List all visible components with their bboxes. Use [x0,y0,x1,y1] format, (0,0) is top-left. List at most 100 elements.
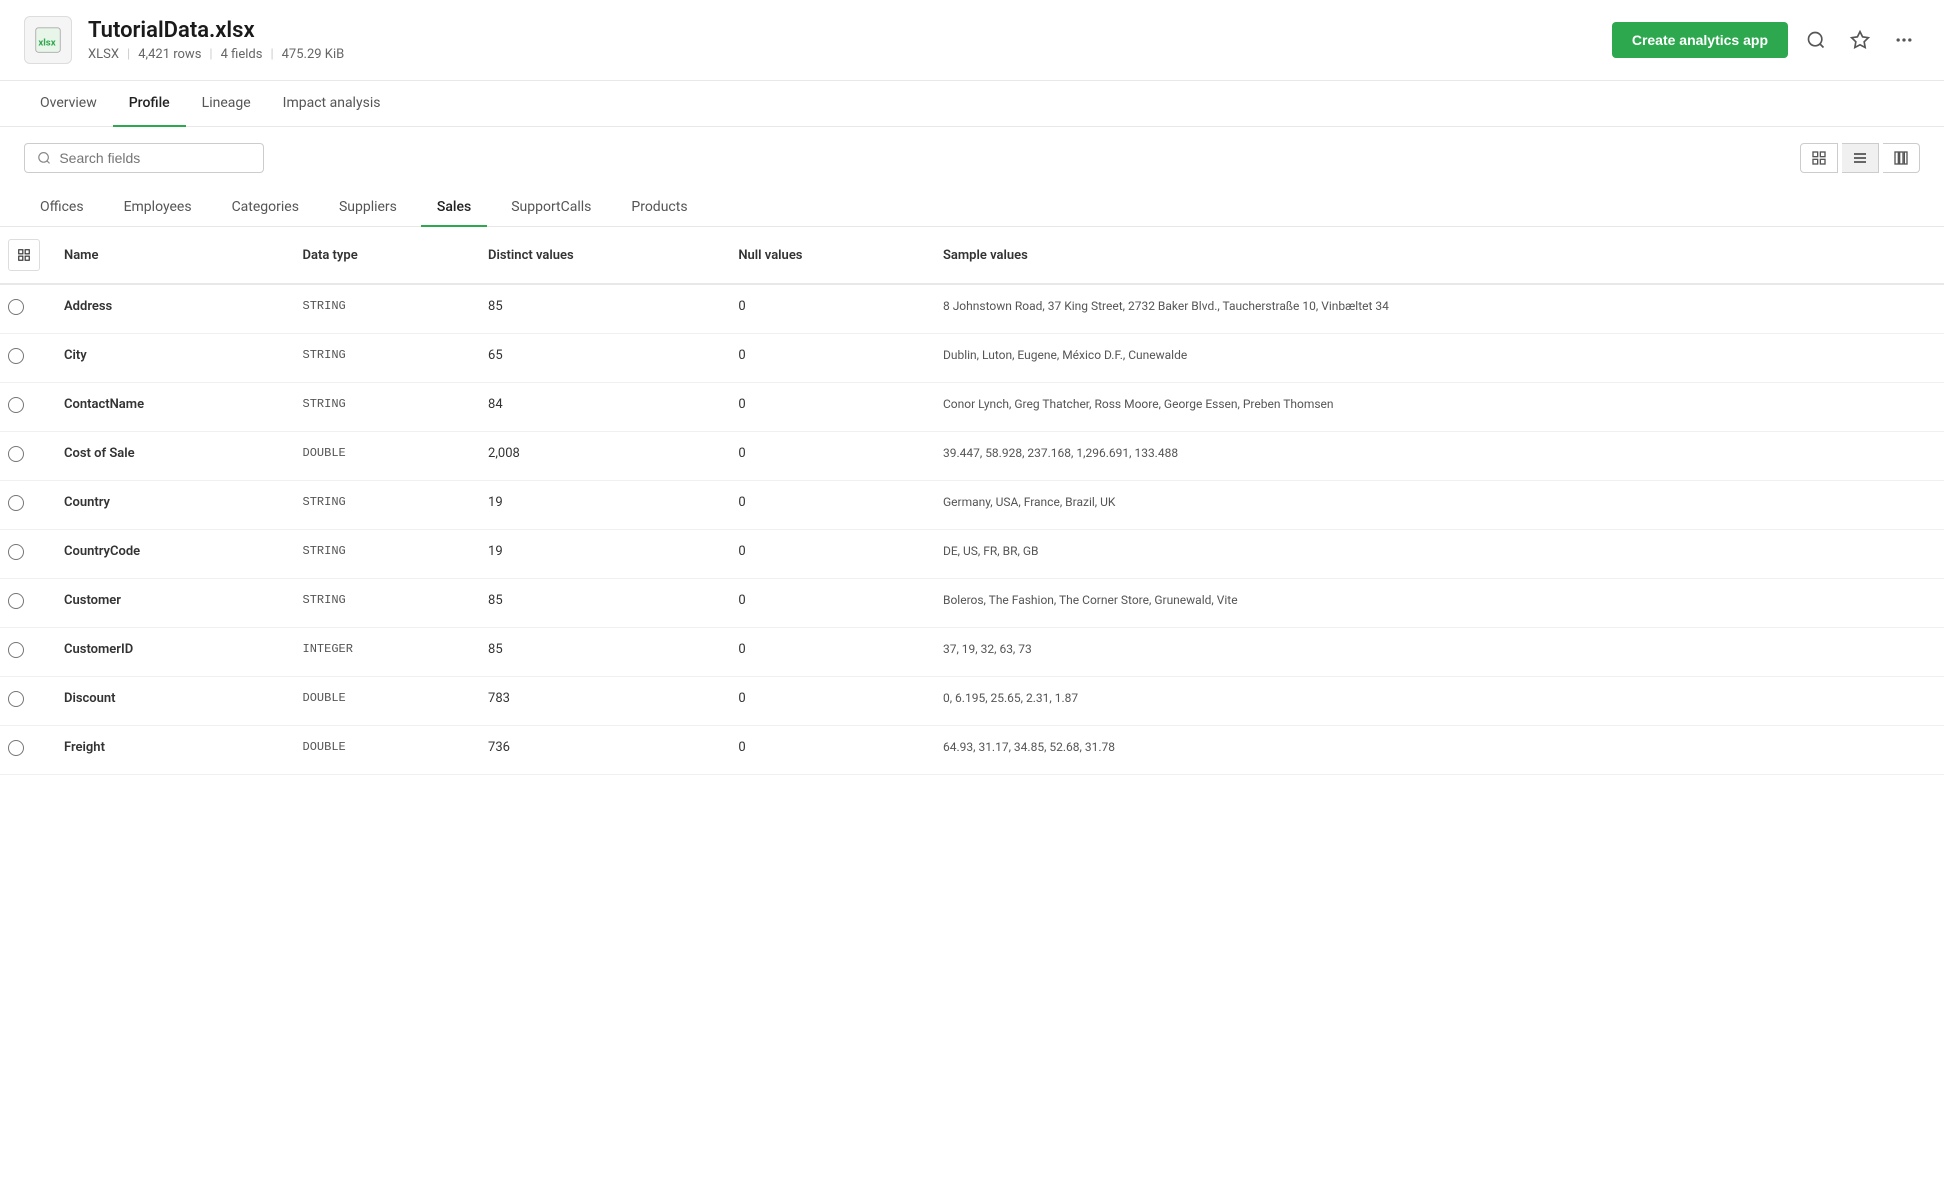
field-distinct-values: 85 [472,628,722,677]
field-data-type: INTEGER [287,628,473,677]
field-sample-values: 0, 6.195, 25.65, 2.31, 1.87 [927,677,1944,726]
column-icon [1893,150,1909,166]
column-view-button[interactable] [1883,143,1920,173]
field-sample-values: Germany, USA, France, Brazil, UK [927,481,1944,530]
row-checkbox-cell[interactable] [0,726,48,775]
main-tabs: Overview Profile Lineage Impact analysis [0,81,1944,127]
row-checkbox-cell[interactable] [0,383,48,432]
table-row: Country STRING 19 0 Germany, USA, France… [0,481,1944,530]
table-row: Freight DOUBLE 736 0 64.93, 31.17, 34.85… [0,726,1944,775]
list-view-button[interactable] [1842,143,1879,173]
row-radio[interactable] [8,348,24,364]
field-null-values: 0 [722,726,927,775]
tab-profile[interactable]: Profile [113,81,186,127]
th-null-values: Null values [722,227,927,284]
svg-text:xlsx: xlsx [38,37,55,48]
row-radio[interactable] [8,299,24,315]
subtab-offices[interactable]: Offices [24,189,100,227]
file-meta: XLSX | 4,421 rows | 4 fields | 475.29 Ki… [88,47,1612,62]
tab-impact-analysis[interactable]: Impact analysis [267,81,397,127]
field-name: Address [48,284,287,334]
row-radio[interactable] [8,446,24,462]
page-header: xlsx TutorialData.xlsx XLSX | 4,421 rows… [0,0,1944,81]
field-distinct-values: 19 [472,530,722,579]
fields-table-container[interactable]: Name Data type Distinct values Null valu… [0,227,1944,775]
field-name: Cost of Sale [48,432,287,481]
field-null-values: 0 [722,334,927,383]
row-radio[interactable] [8,397,24,413]
subtab-employees[interactable]: Employees [108,189,208,227]
subtab-categories[interactable]: Categories [216,189,315,227]
table-row: Customer STRING 85 0 Boleros, The Fashio… [0,579,1944,628]
column-toggle-icon[interactable] [8,239,40,271]
table-row: Address STRING 85 0 8 Johnstown Road, 37… [0,284,1944,334]
field-sample-values: Boleros, The Fashion, The Corner Store, … [927,579,1944,628]
field-distinct-values: 84 [472,383,722,432]
row-radio[interactable] [8,495,24,511]
file-rows: 4,421 rows [138,47,201,62]
table-row: Discount DOUBLE 783 0 0, 6.195, 25.65, 2… [0,677,1944,726]
subtab-products[interactable]: Products [615,189,703,227]
create-analytics-app-button[interactable]: Create analytics app [1612,22,1788,58]
table-row: CustomerID INTEGER 85 0 37, 19, 32, 63, … [0,628,1944,677]
field-null-values: 0 [722,481,927,530]
tab-lineage[interactable]: Lineage [186,81,267,127]
field-null-values: 0 [722,432,927,481]
row-checkbox-cell[interactable] [0,530,48,579]
file-fields: 4 fields [221,47,263,62]
search-icon-button[interactable] [1800,24,1832,56]
row-checkbox-cell[interactable] [0,628,48,677]
subtab-suppliers[interactable]: Suppliers [323,189,413,227]
row-checkbox-cell[interactable] [0,432,48,481]
grid-view-button[interactable] [1800,143,1838,173]
sheet-tabs: Offices Employees Categories Suppliers S… [0,189,1944,227]
field-sample-values: 64.93, 31.17, 34.85, 52.68, 31.78 [927,726,1944,775]
grid-icon [1811,150,1827,166]
field-data-type: STRING [287,383,473,432]
th-sample-values: Sample values [927,227,1944,284]
row-radio[interactable] [8,544,24,560]
th-name: Name [48,227,287,284]
row-checkbox-cell[interactable] [0,334,48,383]
field-data-type: STRING [287,334,473,383]
th-data-type: Data type [287,227,473,284]
tab-overview[interactable]: Overview [24,81,113,127]
more-options-button[interactable] [1888,24,1920,56]
star-icon-button[interactable] [1844,24,1876,56]
row-checkbox-cell[interactable] [0,284,48,334]
field-data-type: DOUBLE [287,432,473,481]
field-sample-values: 39.447, 58.928, 237.168, 1,296.691, 133.… [927,432,1944,481]
search-box[interactable] [24,143,264,173]
toolbar [0,127,1944,189]
field-distinct-values: 85 [472,579,722,628]
search-icon [1806,30,1826,50]
field-name: Country [48,481,287,530]
subtab-sales[interactable]: Sales [421,189,487,227]
field-name: CountryCode [48,530,287,579]
row-radio[interactable] [8,642,24,658]
row-radio[interactable] [8,691,24,707]
more-options-icon [1894,30,1914,50]
table-row: ContactName STRING 84 0 Conor Lynch, Gre… [0,383,1944,432]
field-sample-values: 8 Johnstown Road, 37 King Street, 2732 B… [927,284,1944,334]
row-checkbox-cell[interactable] [0,677,48,726]
table-row: CountryCode STRING 19 0 DE, US, FR, BR, … [0,530,1944,579]
field-distinct-values: 736 [472,726,722,775]
field-null-values: 0 [722,284,927,334]
field-data-type: DOUBLE [287,726,473,775]
row-checkbox-cell[interactable] [0,579,48,628]
field-distinct-values: 85 [472,284,722,334]
star-icon [1850,30,1870,50]
th-distinct-values: Distinct values [472,227,722,284]
row-checkbox-cell[interactable] [0,481,48,530]
search-input[interactable] [59,150,251,166]
row-radio[interactable] [8,593,24,609]
field-name: Customer [48,579,287,628]
header-actions: Create analytics app [1612,22,1920,58]
field-distinct-values: 19 [472,481,722,530]
fields-table: Name Data type Distinct values Null valu… [0,227,1944,775]
subtab-supportcalls[interactable]: SupportCalls [495,189,607,227]
field-sample-values: Conor Lynch, Greg Thatcher, Ross Moore, … [927,383,1944,432]
row-radio[interactable] [8,740,24,756]
field-distinct-values: 783 [472,677,722,726]
